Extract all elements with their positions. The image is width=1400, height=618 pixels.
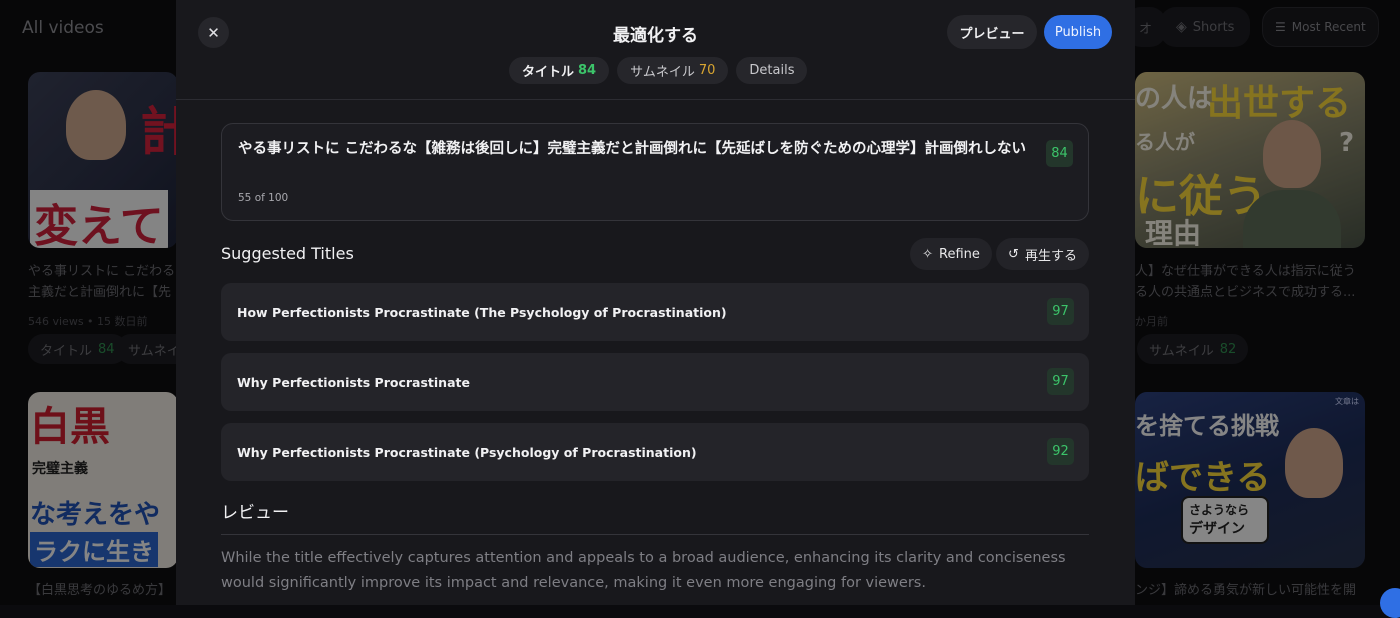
tab-score: 84	[578, 63, 596, 78]
score-badge: 92	[1047, 438, 1074, 465]
regenerate-label: 再生する	[1025, 245, 1077, 264]
divider	[221, 534, 1089, 535]
suggested-title-item[interactable]: How Perfectionists Procrastinate (The Ps…	[221, 283, 1089, 341]
title-input[interactable]: やる事リストに こだわるな【雑務は後回しに】完璧主義だと計画倒れに【先延ばしを防…	[221, 123, 1089, 221]
history-icon: ↺	[1008, 247, 1019, 262]
review-text: While the title effectively captures att…	[221, 546, 1091, 596]
tab-label: タイトル	[522, 61, 574, 80]
title-input-value[interactable]: やる事リストに こだわるな【雑務は後回しに】完璧主義だと計画倒れに【先延ばしを防…	[238, 139, 1038, 160]
tab-thumbnail[interactable]: サムネイル 70	[617, 57, 728, 84]
suggested-title-text: Why Perfectionists Procrastinate (Psycho…	[237, 423, 697, 481]
score-badge: 97	[1047, 298, 1074, 325]
review-heading: レビュー	[221, 498, 289, 523]
tab-title[interactable]: タイトル 84	[509, 57, 609, 84]
sparkle-icon: ✧	[922, 247, 933, 262]
suggested-title-item[interactable]: Why Perfectionists Procrastinate (Psycho…	[221, 423, 1089, 481]
suggested-title-text: How Perfectionists Procrastinate (The Ps…	[237, 283, 727, 341]
modal-header: ✕ 最適化する プレビュー Publish タイトル 84 サムネイル 70 D…	[176, 0, 1135, 100]
suggested-title-text: Why Perfectionists Procrastinate	[237, 353, 470, 411]
score-badge: 97	[1047, 368, 1074, 395]
tab-label: Details	[749, 63, 794, 78]
tab-details[interactable]: Details	[736, 57, 807, 84]
publish-button[interactable]: Publish	[1044, 15, 1112, 49]
char-counter: 55 of 100	[238, 192, 288, 204]
preview-button[interactable]: プレビュー	[947, 15, 1037, 49]
regenerate-button[interactable]: ↺ 再生する	[996, 238, 1089, 270]
tab-score: 70	[699, 63, 716, 78]
optimize-tabs: タイトル 84 サムネイル 70 Details	[509, 57, 807, 84]
refine-label: Refine	[939, 247, 980, 262]
score-badge: 84	[1046, 140, 1073, 167]
suggested-titles-heading: Suggested Titles	[221, 244, 354, 263]
refine-button[interactable]: ✧ Refine	[910, 238, 992, 270]
tab-label: サムネイル	[630, 61, 695, 80]
optimize-modal: ✕ 最適化する プレビュー Publish タイトル 84 サムネイル 70 D…	[176, 0, 1135, 605]
help-bubble[interactable]	[1380, 588, 1400, 618]
suggested-title-item[interactable]: Why Perfectionists Procrastinate 97	[221, 353, 1089, 411]
